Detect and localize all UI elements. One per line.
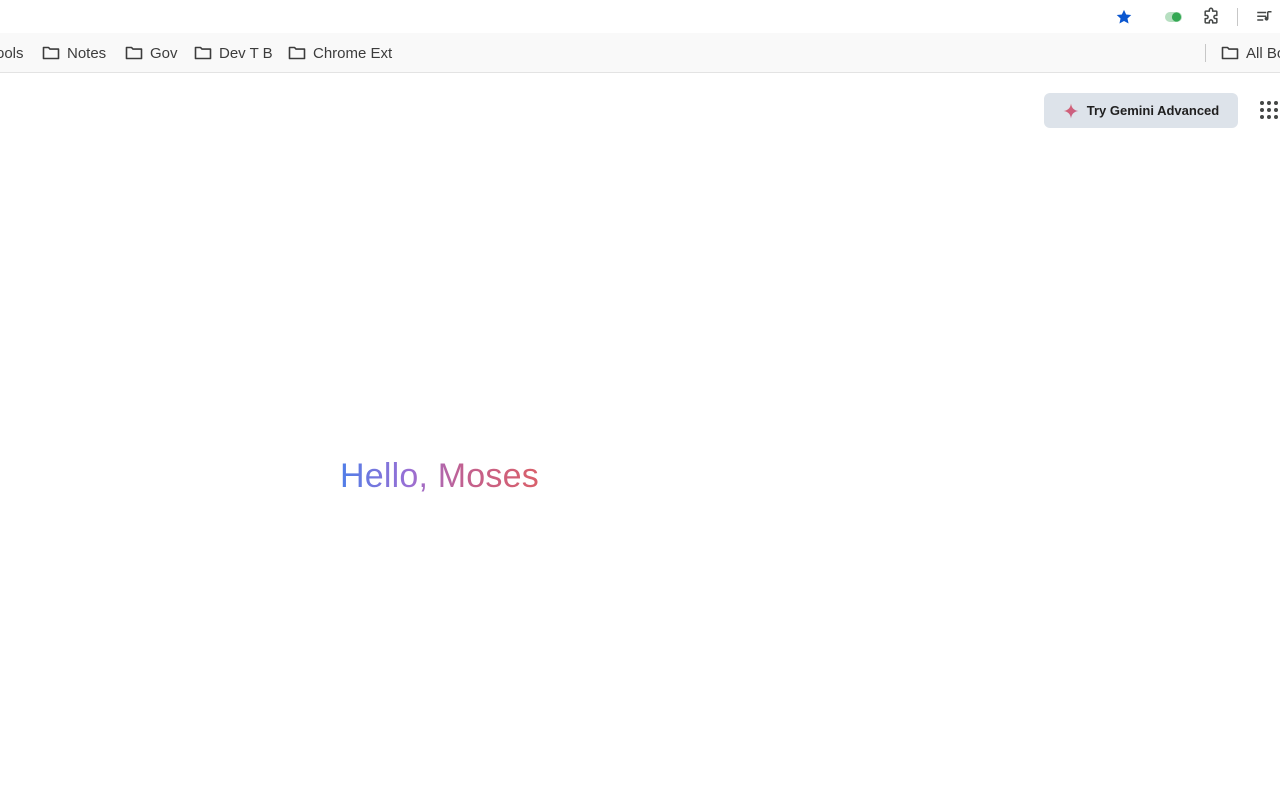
media-queue-icon[interactable] [1250, 3, 1278, 31]
sparkle-icon [1063, 103, 1079, 118]
bookmark-label: Dev T B [219, 44, 273, 62]
browser-toolbar [0, 0, 1280, 33]
bookmarks-divider [1205, 44, 1206, 62]
bookmark-folder-chrome-ext[interactable]: Chrome Ext [288, 41, 392, 65]
bookmark-folder-dev-t-b[interactable]: Dev T B [194, 41, 273, 65]
bookmark-label: Notes [67, 44, 107, 62]
toolbar-divider [1237, 8, 1238, 26]
bookmark-folder-tools[interactable]: ools [0, 41, 24, 65]
bookmark-label: ools [0, 44, 24, 62]
bookmark-label: Gov [150, 44, 178, 62]
folder-icon [125, 46, 143, 60]
bookmark-folder-gov[interactable]: Gov [125, 41, 178, 65]
greeting-heading: Hello, Moses [340, 454, 539, 498]
folder-icon [42, 46, 60, 60]
folder-icon [194, 46, 212, 60]
omnibox[interactable] [0, 0, 1148, 33]
bookmark-label: Chrome Ext [313, 44, 393, 62]
bookmark-folder-notes[interactable]: Notes [42, 41, 106, 65]
all-bookmarks-label: All Bo [1246, 44, 1280, 62]
extension-toggle-icon[interactable] [1160, 3, 1188, 31]
extensions-puzzle-icon[interactable] [1197, 3, 1225, 31]
gemini-button-label: Try Gemini Advanced [1086, 103, 1220, 118]
try-gemini-advanced-button[interactable]: Try Gemini Advanced [1044, 93, 1238, 128]
bookmark-star-icon[interactable] [1110, 3, 1138, 31]
folder-icon [1221, 46, 1239, 60]
apps-grid-icon[interactable] [1258, 100, 1280, 120]
folder-icon [288, 46, 306, 60]
bookmarks-bar: ools Notes Gov Dev T B Chrome Ext All Bo [0, 33, 1280, 73]
all-bookmarks-button[interactable]: All Bo [1221, 41, 1280, 65]
